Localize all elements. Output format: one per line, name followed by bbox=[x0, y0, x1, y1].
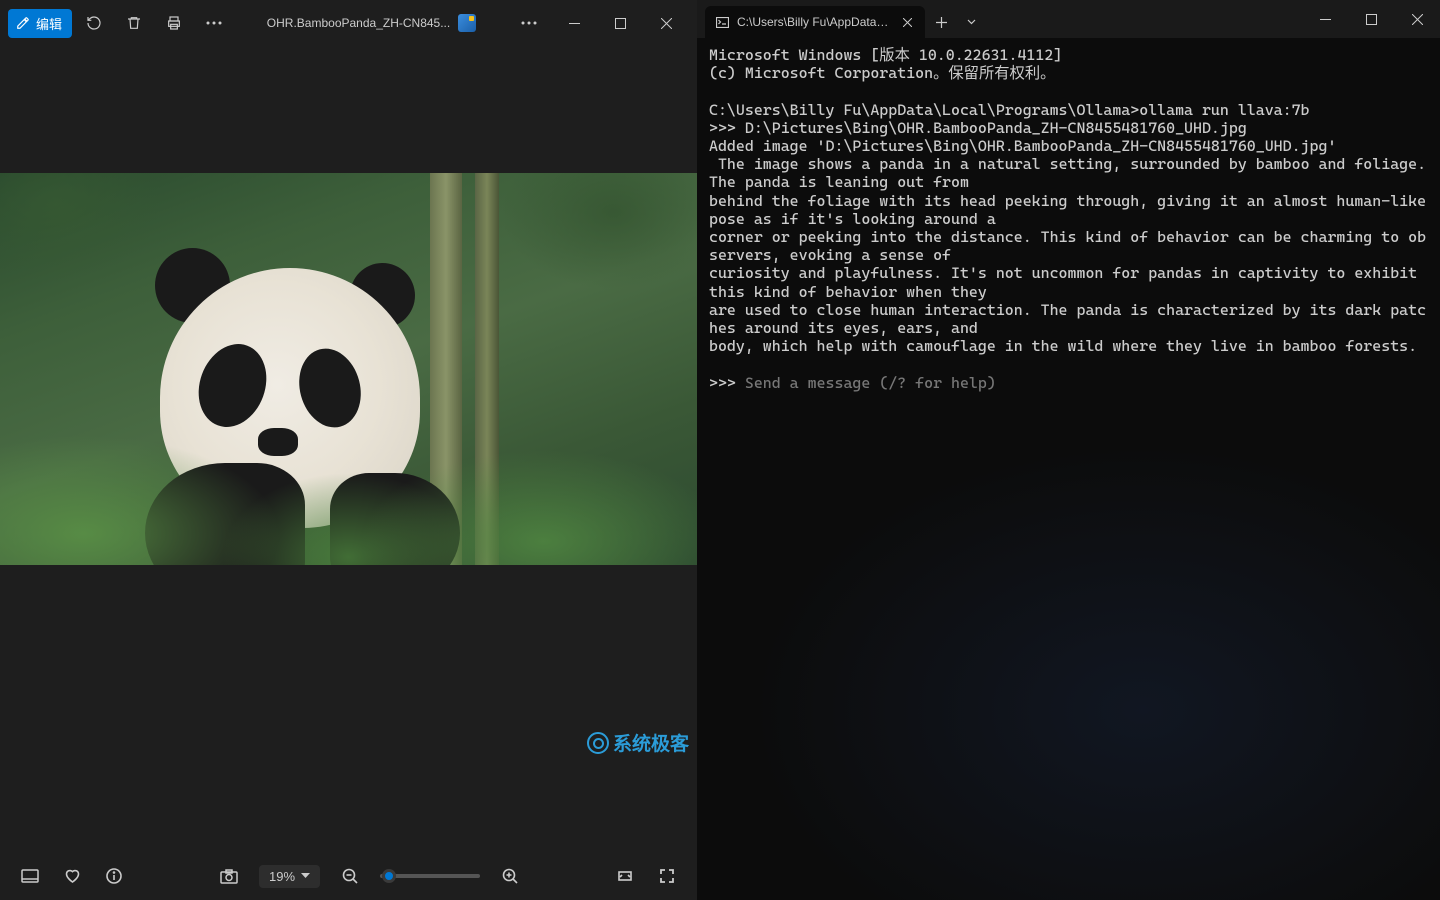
watermark: 系统极客 bbox=[587, 729, 689, 756]
watermark-text: 系统极客 bbox=[613, 729, 689, 756]
more-button-left[interactable] bbox=[196, 6, 232, 40]
new-tab-button[interactable] bbox=[925, 6, 957, 38]
zoom-slider-thumb[interactable] bbox=[382, 869, 396, 883]
edit-button-label: 编辑 bbox=[36, 14, 62, 33]
watermark-icon bbox=[587, 732, 609, 754]
minimize-icon bbox=[1320, 19, 1331, 20]
terminal-prompt: >>> bbox=[709, 374, 745, 392]
terminal-maximize-button[interactable] bbox=[1348, 3, 1394, 35]
app-icon bbox=[458, 14, 476, 32]
image-canvas[interactable]: 系统极客 bbox=[0, 46, 697, 852]
maximize-icon bbox=[615, 18, 626, 29]
photos-window: 编辑 OHR.BambooPanda_ZH-CN845... bbox=[0, 0, 697, 900]
close-icon bbox=[903, 18, 912, 27]
rotate-icon bbox=[86, 15, 102, 31]
cmd-icon bbox=[715, 15, 729, 29]
zoom-level[interactable]: 19% bbox=[259, 865, 320, 888]
terminal-body[interactable]: Microsoft Windows [版本 10.0.22631.4112] (… bbox=[697, 38, 1440, 900]
window-controls bbox=[551, 6, 689, 40]
more-button-right[interactable] bbox=[511, 6, 547, 40]
zoom-out-button[interactable] bbox=[332, 859, 368, 893]
chevron-down-icon bbox=[301, 873, 310, 879]
terminal-tab[interactable]: C:\Users\Billy Fu\AppData\Lo bbox=[705, 6, 925, 38]
photos-titlebar: 编辑 OHR.BambooPanda_ZH-CN845... bbox=[0, 0, 697, 46]
terminal-close-button[interactable] bbox=[1394, 3, 1440, 35]
displayed-image bbox=[0, 173, 697, 565]
terminal-placeholder: Send a message (/? for help) bbox=[745, 374, 996, 392]
terminal-output: Microsoft Windows [版本 10.0.22631.4112] (… bbox=[709, 46, 1435, 355]
heart-icon bbox=[64, 868, 81, 884]
photos-bottombar: 19% bbox=[0, 852, 697, 900]
close-icon bbox=[661, 18, 672, 29]
delete-button[interactable] bbox=[116, 6, 152, 40]
fullscreen-icon bbox=[659, 868, 675, 884]
terminal-minimize-button[interactable] bbox=[1302, 3, 1348, 35]
filmstrip-button[interactable] bbox=[12, 859, 48, 893]
favorite-button[interactable] bbox=[54, 859, 90, 893]
chevron-down-icon bbox=[967, 19, 976, 25]
terminal-titlebar: C:\Users\Billy Fu\AppData\Lo bbox=[697, 0, 1440, 38]
minimize-icon bbox=[569, 23, 580, 24]
window-title: OHR.BambooPanda_ZH-CN845... bbox=[267, 16, 450, 30]
slideshow-button[interactable] bbox=[211, 859, 247, 893]
maximize-button[interactable] bbox=[597, 6, 643, 40]
zoom-out-icon bbox=[342, 868, 358, 884]
fit-button[interactable] bbox=[607, 859, 643, 893]
terminal-tab-title: C:\Users\Billy Fu\AppData\Lo bbox=[737, 15, 891, 29]
close-icon bbox=[1412, 14, 1423, 25]
plus-icon bbox=[936, 17, 947, 28]
terminal-window: C:\Users\Billy Fu\AppData\Lo Microsoft W… bbox=[697, 0, 1440, 900]
filmstrip-icon bbox=[21, 869, 39, 883]
maximize-icon bbox=[1366, 14, 1377, 25]
print-button[interactable] bbox=[156, 6, 192, 40]
fullscreen-button[interactable] bbox=[649, 859, 685, 893]
tab-dropdown-button[interactable] bbox=[957, 6, 985, 38]
zoom-in-button[interactable] bbox=[492, 859, 528, 893]
fit-icon bbox=[617, 868, 633, 884]
edit-icon bbox=[16, 16, 30, 30]
camera-icon bbox=[220, 869, 238, 884]
minimize-button[interactable] bbox=[551, 6, 597, 40]
zoom-slider[interactable] bbox=[380, 874, 480, 878]
info-button[interactable] bbox=[96, 859, 132, 893]
tab-close-button[interactable] bbox=[899, 14, 915, 30]
zoom-in-icon bbox=[502, 868, 518, 884]
more-icon bbox=[206, 21, 222, 25]
zoom-level-text: 19% bbox=[269, 869, 295, 884]
trash-icon bbox=[126, 15, 142, 31]
window-title-area: OHR.BambooPanda_ZH-CN845... bbox=[236, 14, 507, 32]
info-icon bbox=[106, 868, 122, 884]
more-icon bbox=[521, 21, 537, 25]
terminal-window-controls bbox=[1302, 0, 1440, 38]
close-button[interactable] bbox=[643, 6, 689, 40]
print-icon bbox=[166, 15, 182, 31]
edit-button[interactable]: 编辑 bbox=[8, 9, 72, 38]
rotate-button[interactable] bbox=[76, 6, 112, 40]
